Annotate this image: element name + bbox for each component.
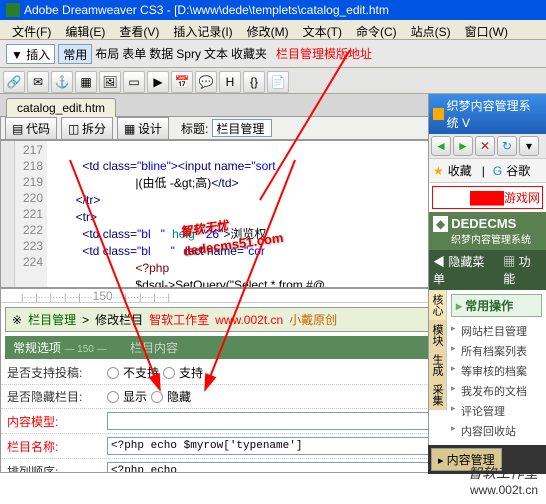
view-split-button[interactable]: ◫拆分 [61, 117, 113, 140]
mail-icon[interactable]: ✉ [27, 71, 49, 93]
code-icon: ▤ [12, 122, 24, 134]
stop-button[interactable]: ✕ [475, 136, 495, 156]
tab-common[interactable]: 常用 [58, 44, 92, 64]
label-order: 排列顺序: [7, 463, 107, 474]
section-common-ops: ▸ 常用操作 [451, 294, 542, 317]
menu-file[interactable]: 文件(F) [6, 22, 57, 37]
media-icon[interactable]: ▶ [147, 71, 169, 93]
menu-edit[interactable]: 编辑(E) [59, 22, 111, 37]
list-item[interactable]: 网站栏目管理 [451, 321, 542, 341]
star-icon: ★ [433, 164, 444, 178]
anchor-icon[interactable]: ⚓ [51, 71, 73, 93]
menu-modify[interactable]: 修改(M) [241, 22, 295, 37]
browser-panel: 织梦内容管理系统 V ◄ ► ✕ ↻ ▾ ★ 收藏 | G 谷歌 ████游戏网… [428, 94, 546, 474]
menu-insert[interactable]: 插入记录(I) [167, 22, 238, 37]
menu-window[interactable]: 窗口(W) [459, 22, 514, 37]
window-titlebar: Adobe Dreamweaver CS3 - [D:\www\dede\tem… [0, 0, 546, 20]
tab-data[interactable]: 数据 [149, 45, 173, 62]
insert-toolbar: ▼ 插入 常用 布局 表单 数据 Spry 文本 收藏夹 栏目管理模版地址 [0, 40, 546, 68]
author-url[interactable]: www.002t.cn [215, 313, 283, 327]
table-icon[interactable]: ▦ [75, 71, 97, 93]
tab-form[interactable]: 表单 [122, 45, 146, 62]
list-item[interactable]: 评论管理 [451, 401, 542, 421]
view-code-button[interactable]: ▤代码 [5, 117, 57, 140]
tab-text[interactable]: 文本 [204, 45, 228, 62]
radio-show[interactable] [107, 391, 119, 403]
breadcrumb-current: 修改栏目 [95, 311, 143, 328]
split-icon: ◫ [68, 122, 80, 134]
line-numbers: 217218219220221222223224 [15, 141, 47, 287]
logo-icon: ◆ [433, 216, 448, 232]
favorites-bar: ★ 收藏 | G 谷歌 [429, 159, 546, 183]
footer-watermark: 智软工作室 www.002t.cn [468, 463, 538, 497]
radio-no-contribute[interactable] [107, 367, 119, 379]
tab-content[interactable]: 栏目内容 [130, 341, 178, 355]
menu-text[interactable]: 文本(T) [297, 22, 348, 37]
menubar: 文件(F) 编辑(E) 查看(V) 插入记录(I) 修改(M) 文本(T) 命令… [0, 20, 546, 40]
function-button[interactable]: ▦ 功能 [503, 253, 542, 287]
dedecms-logo: ◆DEDECMS 织梦内容管理系统 [429, 212, 546, 250]
view-design-button[interactable]: ▦设计 [117, 117, 169, 140]
google-icon: G [493, 164, 502, 178]
label-hidden: 是否隐藏栏目: [7, 388, 107, 405]
tab-general[interactable]: 常规选项 [13, 341, 61, 355]
list-item[interactable]: 内容回收站 [451, 421, 542, 441]
home-button[interactable]: ▾ [519, 136, 539, 156]
radio-yes-contribute[interactable] [163, 367, 175, 379]
ops-list: 网站栏目管理 所有档案列表 等审核的档案 我发布的文档 评论管理 内容回收站 [451, 321, 542, 441]
title-label: 标题: [181, 120, 208, 137]
radio-hide[interactable] [151, 391, 163, 403]
favorites-label[interactable]: 收藏 [448, 162, 472, 179]
sidecol-module[interactable]: 模块 [429, 320, 447, 350]
file-path: [D:\www\dede\templets\catalog_edit.htm [174, 3, 389, 17]
tab-spry[interactable]: Spry [176, 47, 201, 61]
red-annotation: 栏目管理模版地址 [276, 45, 372, 62]
title-input[interactable] [212, 119, 272, 137]
image-icon[interactable]: 🖼 [99, 71, 121, 93]
link-icon[interactable]: 🔗 [3, 71, 25, 93]
comment-icon[interactable]: 💬 [195, 71, 217, 93]
dede-icon [433, 108, 444, 120]
div-icon[interactable]: ▭ [123, 71, 145, 93]
sidecol-collect[interactable]: 采集 [429, 380, 447, 410]
menu-commands[interactable]: 命令(C) [350, 22, 403, 37]
head-icon[interactable]: H [219, 71, 241, 93]
cms-menu: ◀ 隐藏菜单 ▦ 功能 [429, 250, 546, 290]
back-button[interactable]: ◄ [431, 136, 451, 156]
forward-button[interactable]: ► [453, 136, 473, 156]
ribbon-icons: 🔗 ✉ ⚓ ▦ 🖼 ▭ ▶ 📅 💬 H {} 📄 [0, 68, 546, 94]
app-name: Adobe Dreamweaver CS3 [24, 3, 163, 17]
list-item[interactable]: 等审核的档案 [451, 361, 542, 381]
author-name: 小戴原创 [289, 311, 337, 328]
menu-view[interactable]: 查看(V) [113, 22, 165, 37]
tab-fav[interactable]: 收藏夹 [231, 45, 267, 62]
browser-title: 织梦内容管理系统 V [429, 94, 546, 134]
template-icon[interactable]: 📄 [267, 71, 289, 93]
script-icon[interactable]: {} [243, 71, 265, 93]
label-contribute: 是否支持投稿: [7, 364, 107, 381]
breadcrumb-icon: ※ [12, 313, 22, 327]
code-gutter [1, 141, 15, 287]
insert-dropdown[interactable]: ▼ 插入 [6, 44, 55, 64]
ad-banner[interactable]: ████游戏网 [432, 186, 543, 209]
menu-site[interactable]: 站点(S) [405, 22, 457, 37]
sidecol-core[interactable]: 核心 [429, 290, 447, 320]
tab-layout[interactable]: 布局 [95, 45, 119, 62]
label-model: 内容模型: [7, 413, 107, 430]
google-link[interactable]: 谷歌 [506, 162, 530, 179]
label-name: 栏目名称: [7, 438, 107, 455]
refresh-button[interactable]: ↻ [497, 136, 517, 156]
app-icon [6, 3, 20, 17]
author-label: 智软工作室 [149, 311, 209, 328]
design-icon: ▦ [124, 122, 136, 134]
date-icon[interactable]: 📅 [171, 71, 193, 93]
browser-nav: ◄ ► ✕ ↻ ▾ [429, 134, 546, 159]
list-item[interactable]: 我发布的文档 [451, 381, 542, 401]
list-item[interactable]: 所有档案列表 [451, 341, 542, 361]
breadcrumb-root[interactable]: 栏目管理 [28, 311, 76, 328]
sidecol-generate[interactable]: 生成 [429, 350, 447, 380]
document-tab[interactable]: catalog_edit.htm [6, 98, 116, 117]
hide-menu-button[interactable]: ◀ 隐藏菜单 [433, 253, 495, 287]
